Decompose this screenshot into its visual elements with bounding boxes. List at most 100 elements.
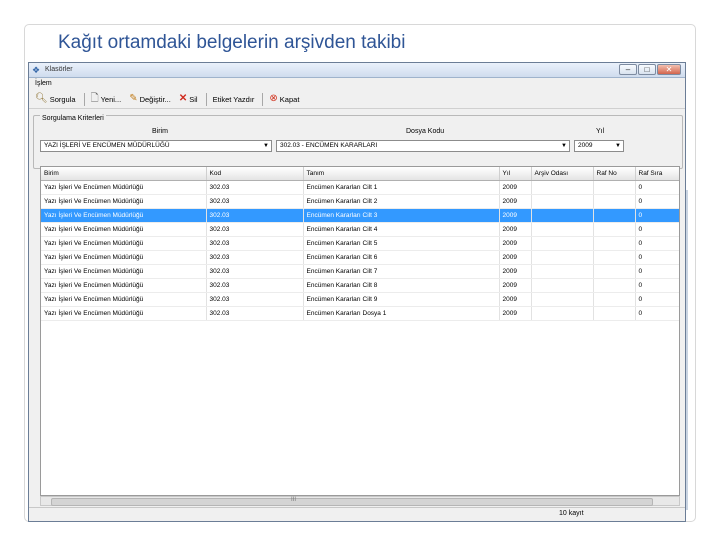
table-header-row: Birim Kod Tanım Yıl Arşiv Odası Raf No R… (41, 167, 679, 181)
table-cell: 302.03 (206, 222, 304, 237)
table-row[interactable]: Yazı İşleri Ve Encümen Müdürlüğü 302.03 En… (41, 236, 679, 251)
table-cell: Yazı İşleri Ve Encümen Müdürlüğü (41, 250, 207, 265)
table-cell: 302.03 (206, 264, 304, 279)
scrollbar-grip: III (291, 497, 297, 503)
table-cell: 2009 (499, 236, 532, 251)
horizontal-scrollbar[interactable]: III (40, 496, 680, 506)
edit-pencil-icon: ✎ (129, 93, 138, 104)
table-cell: 2009 (499, 250, 532, 265)
table-cell: 2009 (499, 306, 532, 321)
table-row[interactable]: Yazı İşleri Ve Encümen Müdürlüğü 302.03 En… (41, 250, 679, 265)
table-cell (593, 194, 636, 209)
table-cell: 2009 (499, 208, 532, 223)
table-cell: Yazı İşleri Ve Encümen Müdürlüğü (41, 292, 207, 307)
table-cell: Encümen Kararları Cilt 4 (303, 222, 500, 237)
toolbar-separator (205, 92, 207, 106)
delete-x-icon: ✕ (178, 93, 188, 104)
window-title: Klasörler (45, 66, 73, 73)
folders-table: Birim Kod Tanım Yıl Arşiv Odası Raf No R… (41, 167, 679, 321)
table-row[interactable]: Yazı İşleri Ve Encümen Müdürlüğü 302.03 En… (41, 208, 679, 223)
table-cell: Encümen Kararları Cilt 6 (303, 250, 500, 265)
table-row[interactable]: Yazı İşleri Ve Encümen Müdürlüğü 302.03 En… (41, 264, 679, 279)
table-cell (531, 236, 594, 251)
table-cell (593, 180, 636, 195)
menu-item-islem[interactable]: İşlem (35, 80, 52, 87)
table-cell: 302.03 (206, 236, 304, 251)
table-cell: 0 (635, 250, 679, 265)
table-cell: 0 (635, 208, 679, 223)
table-cell: 302.03 (206, 250, 304, 265)
close-button[interactable]: ⊗ Kapat (269, 94, 299, 104)
table-cell: Yazı İşleri Ve Encümen Müdürlüğü (41, 222, 207, 237)
column-header-arsiv-odasi[interactable]: Arşiv Odası (531, 167, 594, 181)
table-cell (593, 292, 636, 307)
unit-select[interactable]: YAZI İŞLERİ VE ENCÜMEN MÜDÜRLÜĞÜ ▼ (40, 140, 272, 152)
table-cell (593, 236, 636, 251)
print-label-button[interactable]: Etiket Yazdır (213, 95, 255, 104)
table-cell: 302.03 (206, 194, 304, 209)
table-cell: Yazı İşleri Ve Encümen Müdürlüğü (41, 264, 207, 279)
table-row[interactable]: Yazı İşleri Ve Encümen Müdürlüğü 302.03 En… (41, 306, 679, 321)
column-header-raf-sira[interactable]: Raf Sıra (635, 167, 679, 181)
search-button[interactable]: 🔍︎ Sorgula (35, 94, 76, 104)
table-cell (593, 306, 636, 321)
table-row[interactable]: Yazı İşleri Ve Encümen Müdürlüğü 302.03 En… (41, 278, 679, 293)
table-cell: Yazı İşleri Ve Encümen Müdürlüğü (41, 194, 207, 209)
table-cell (531, 250, 594, 265)
column-header-birim[interactable]: Birim (41, 167, 207, 181)
table-cell: Encümen Kararları Cilt 8 (303, 278, 500, 293)
chevron-down-icon: ▼ (263, 143, 269, 149)
table-cell: 2009 (499, 278, 532, 293)
table-cell: 302.03 (206, 278, 304, 293)
close-circle-icon: ⊗ (269, 93, 278, 104)
maximize-button[interactable]: □ (638, 64, 656, 75)
table-cell: Encümen Kararları Cilt 2 (303, 194, 500, 209)
table-cell: Encümen Kararları Cilt 3 (303, 208, 500, 223)
table-cell: Yazı İşleri Ve Encümen Müdürlüğü (41, 236, 207, 251)
table-cell (531, 306, 594, 321)
chevron-down-icon: ▼ (561, 143, 567, 149)
table-cell (531, 208, 594, 223)
table-row[interactable]: Yazı İşleri Ve Encümen Müdürlüğü 302.03 En… (41, 292, 679, 307)
column-header-tanim[interactable]: Tanım (303, 167, 500, 181)
table-cell: 0 (635, 236, 679, 251)
table-cell: 0 (635, 194, 679, 209)
edit-button[interactable]: ✎ Değiştir... (129, 94, 171, 104)
table-cell: Encümen Kararları Cilt 9 (303, 292, 500, 307)
table-cell: 0 (635, 306, 679, 321)
year-select[interactable]: 2009 ▼ (574, 140, 624, 152)
table-cell: 0 (635, 222, 679, 237)
app-icon: ❖ (32, 65, 41, 75)
column-header-kod[interactable]: Kod (206, 167, 304, 181)
table-cell: Yazı İşleri Ve Encümen Müdürlüğü (41, 278, 207, 293)
table-cell: Encümen Kararları Cilt 5 (303, 236, 500, 251)
table-cell: Yazı İşleri Ve Encümen Müdürlüğü (41, 208, 207, 223)
new-button[interactable]: 🗋︎ Yeni... (91, 94, 122, 104)
table-cell: 0 (635, 292, 679, 307)
close-window-button[interactable]: ✕ (657, 64, 681, 75)
file-code-select[interactable]: 302.03 - ENCÜMEN KARARLARI ▼ (276, 140, 570, 152)
scrollbar-thumb[interactable] (51, 498, 653, 506)
record-count: 10 kayıt (559, 510, 584, 517)
table-cell (531, 194, 594, 209)
table-cell: Encümen Kararları Cilt 1 (303, 180, 500, 195)
window-titlebar[interactable]: ❖ Klasörler – □ ✕ (29, 63, 685, 78)
table-cell (531, 264, 594, 279)
table-cell (593, 264, 636, 279)
table-cell: Encümen Kararları Cilt 7 (303, 264, 500, 279)
table-cell: 0 (635, 180, 679, 195)
table-row[interactable]: Yazı İşleri Ve Encümen Müdürlüğü 302.03 En… (41, 194, 679, 209)
table-cell: 302.03 (206, 292, 304, 307)
column-header-yil[interactable]: Yıl (499, 167, 532, 181)
toolbar-separator (262, 92, 264, 106)
table-row[interactable]: Yazı İşleri Ve Encümen Müdürlüğü 302.03 En… (41, 222, 679, 237)
slide-title: Kağıt ortamdaki belgelerin arşivden taki… (58, 32, 406, 53)
delete-button[interactable]: ✕ Sil (179, 94, 198, 104)
table-cell: 0 (635, 278, 679, 293)
minimize-button[interactable]: – (619, 64, 637, 75)
column-header-raf-no[interactable]: Raf No (593, 167, 636, 181)
table-cell (593, 222, 636, 237)
query-criteria-group: Sorgulama Kriterleri Birim YAZI İŞLERİ V… (33, 115, 683, 169)
table-cell: 302.03 (206, 180, 304, 195)
table-row[interactable]: Yazı İşleri Ve Encümen Müdürlüğü 302.03 En… (41, 180, 679, 195)
